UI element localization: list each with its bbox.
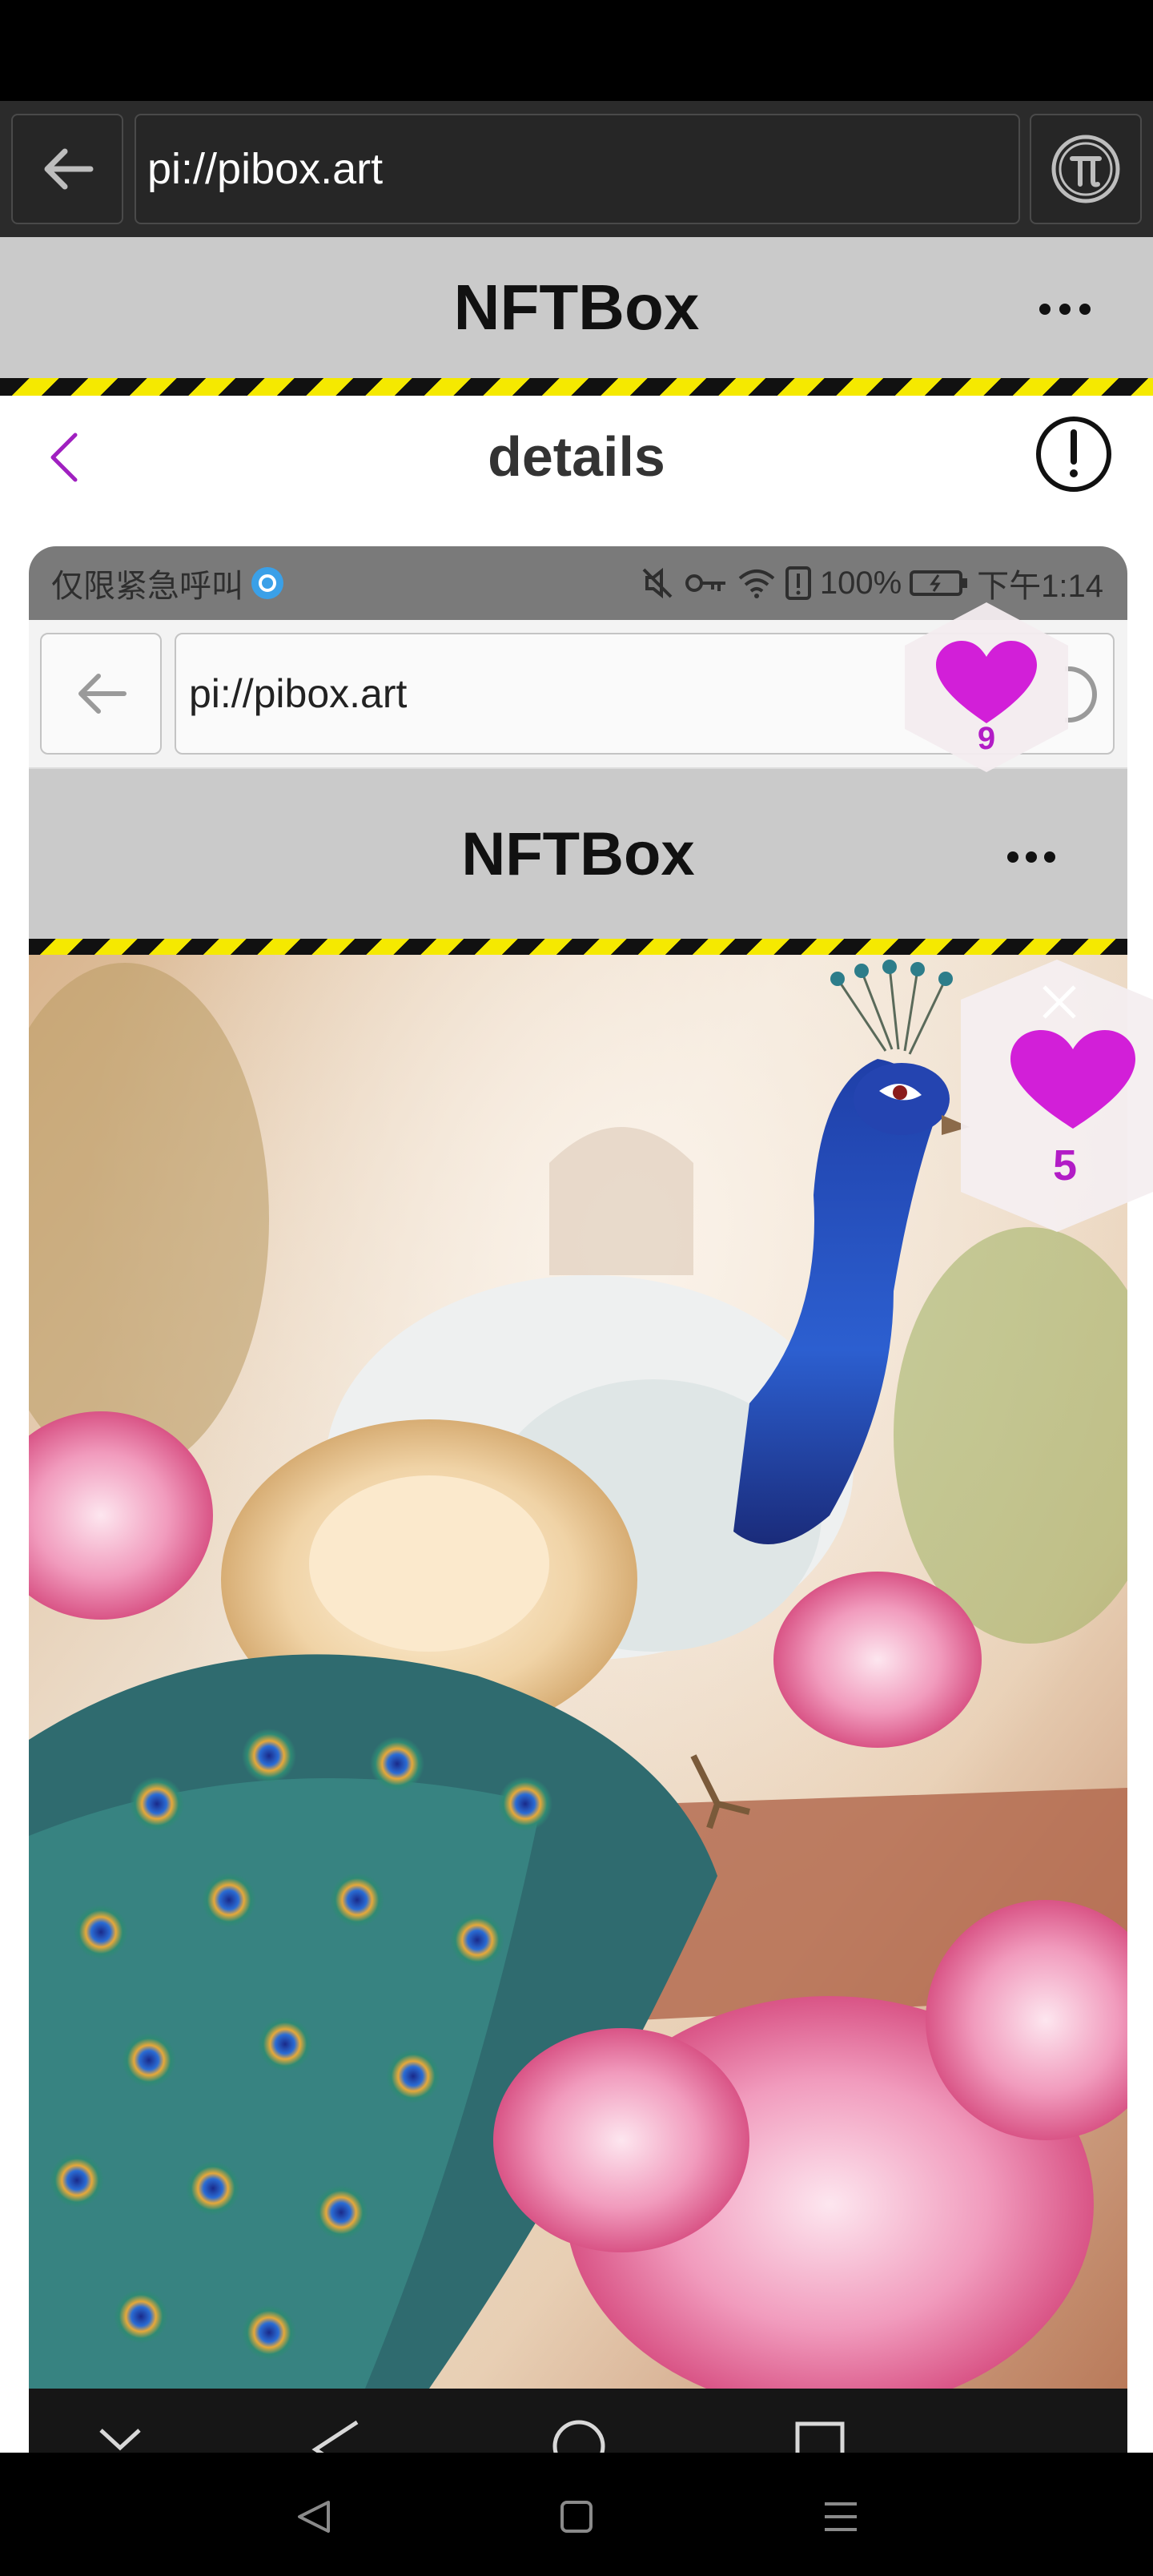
like-count: 9 xyxy=(977,721,996,756)
inner-url-text: pi://pibox.art xyxy=(189,671,408,716)
mute-icon xyxy=(642,567,673,599)
browser-url-text: pi://pibox.art xyxy=(147,145,384,193)
hazard-stripe-divider xyxy=(0,378,1153,396)
inner-back-button xyxy=(40,633,162,755)
emergency-calls-text: 仅限紧急呼叫 xyxy=(51,569,243,604)
nft-image-card[interactable]: 仅限紧急呼叫 100% 下午1:14 pi://pibox.art NFTBox xyxy=(29,546,1127,2453)
close-icon xyxy=(1043,985,1076,1019)
back-triangle-icon xyxy=(298,2501,330,2533)
chevron-down-icon xyxy=(99,2429,141,2451)
app-title: NFTBox xyxy=(453,272,700,343)
secondary-like-button[interactable]: 5 xyxy=(953,952,1153,1232)
report-button[interactable] xyxy=(1034,415,1113,493)
battery-icon xyxy=(910,570,968,596)
browser-url-field[interactable]: pi://pibox.art xyxy=(135,114,1020,224)
browser-back-button[interactable] xyxy=(11,114,123,224)
app-menu-button[interactable] xyxy=(1033,285,1097,333)
home-square-icon xyxy=(560,2501,593,2533)
arrow-left-icon xyxy=(44,148,94,190)
menu-lines-icon xyxy=(825,2502,857,2531)
inner-navigation-strip xyxy=(29,2389,1127,2453)
pi-logo-icon xyxy=(1051,135,1120,203)
alert-icon xyxy=(785,566,811,600)
inner-app-header: NFTBox xyxy=(29,769,1127,939)
system-status-area xyxy=(0,0,1153,101)
nav-back-button[interactable] xyxy=(282,2485,346,2549)
triangle-back-icon xyxy=(311,2420,359,2453)
battery-percent: 100% xyxy=(819,565,902,601)
exclamation-circle-icon xyxy=(1036,417,1111,492)
inner-status-left: 仅限紧急呼叫 xyxy=(51,546,287,620)
more-horizontal-icon xyxy=(1007,851,1055,863)
more-horizontal-icon xyxy=(1039,304,1091,315)
secondary-like-count: 5 xyxy=(1052,1141,1078,1189)
app-header: NFTBox xyxy=(0,237,1153,378)
nav-menu-button[interactable] xyxy=(809,2485,873,2549)
heart-icon xyxy=(1010,1030,1135,1129)
nav-home-button[interactable] xyxy=(544,2485,609,2549)
arrow-left-icon xyxy=(78,674,127,714)
circle-home-icon xyxy=(552,2420,605,2453)
browser-toolbar: pi://pibox.art xyxy=(0,101,1153,237)
square-recents-icon xyxy=(795,2421,845,2453)
pi-browser-button[interactable] xyxy=(1030,114,1142,224)
key-icon xyxy=(685,574,725,592)
heart-icon xyxy=(936,641,1037,723)
inner-app-title: NFTBox xyxy=(461,819,695,888)
like-button[interactable]: 9 xyxy=(897,599,1076,775)
wifi-icon xyxy=(738,570,775,598)
blue-badge-icon xyxy=(251,567,283,599)
system-navigation-bar xyxy=(0,2453,1153,2576)
page-title: details xyxy=(488,425,665,488)
inner-menu-icon-wrap xyxy=(999,833,1063,881)
